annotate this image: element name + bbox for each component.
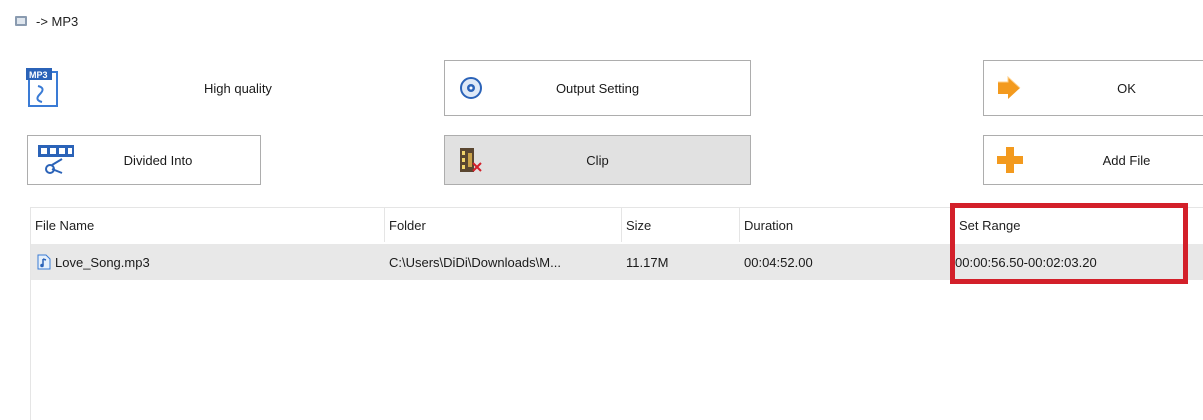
app-icon (15, 16, 27, 26)
size-cell: 11.17M (626, 254, 669, 270)
high-quality-label: High quality (204, 80, 272, 96)
add-file-button[interactable]: Add File (983, 135, 1203, 185)
set-range-highlight-box (950, 203, 1188, 284)
clip-label: Clip (586, 152, 609, 168)
output-setting-button[interactable]: Output Setting (444, 60, 751, 116)
file-name-text: Love_Song.mp3 (55, 254, 150, 270)
ok-button[interactable]: OK (983, 60, 1203, 116)
clip-button[interactable]: Clip (444, 135, 751, 185)
window-title-bar: -> MP3 (14, 10, 78, 32)
file-name-cell: Love_Song.mp3 (37, 244, 382, 280)
column-header-size[interactable]: Size (622, 208, 740, 242)
folder-cell: C:\Users\DiDi\Downloads\M... (389, 254, 561, 270)
ok-label: OK (1117, 80, 1136, 96)
column-header-folder[interactable]: Folder (385, 208, 622, 242)
high-quality-button[interactable]: MP3 High quality (22, 60, 422, 116)
column-header-file-name[interactable]: File Name (31, 208, 385, 242)
divided-into-button[interactable]: Divided Into (27, 135, 261, 185)
mp3-file-icon: MP3 (26, 68, 58, 107)
column-header-duration[interactable]: Duration (740, 208, 955, 242)
duration-cell: 00:04:52.00 (744, 254, 813, 270)
add-file-label: Add File (1102, 152, 1151, 168)
svg-text:MP3: MP3 (29, 70, 48, 80)
output-setting-label: Output Setting (555, 80, 640, 96)
audio-file-icon (37, 254, 51, 270)
divided-into-label: Divided Into (123, 152, 193, 168)
window-title: -> MP3 (36, 13, 79, 29)
